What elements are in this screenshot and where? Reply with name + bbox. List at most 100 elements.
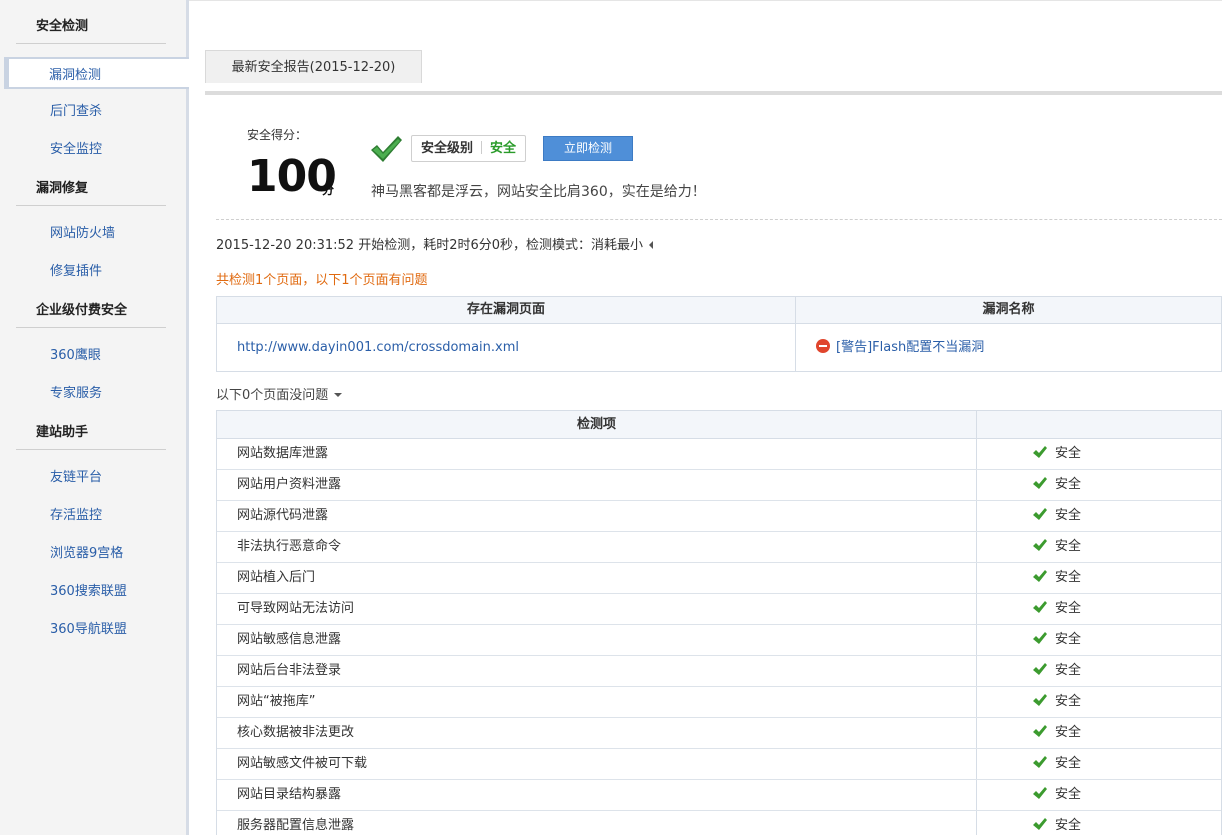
caret-left-icon[interactable] — [649, 241, 654, 249]
main-content: 最新安全报告(2015-12-20) 安全得分： 100 分 安全级别 安全 立即… — [189, 0, 1222, 835]
check-table: 检测项 网站数据库泄露 安全 网站用户资料泄露 安全 网站源代码泄露 安全 非法执行恶意命令… — [216, 410, 1222, 835]
check-header-item: 检测项 — [217, 411, 977, 438]
security-level-label: 安全级别 — [421, 141, 474, 156]
security-level-badge: 安全级别 安全 — [411, 135, 527, 162]
check-icon — [1033, 601, 1047, 613]
check-header-status — [977, 411, 1221, 438]
check-icon — [1033, 632, 1047, 644]
sidebar-item-fix-plugin[interactable]: 修复插件 — [50, 262, 102, 282]
check-item-status: 安全 — [977, 687, 1221, 717]
sidebar-item-360-nav-union[interactable]: 360导航联盟 — [50, 620, 127, 640]
status-text: 安全 — [1055, 508, 1082, 523]
dashed-divider — [216, 219, 1222, 220]
table-row: 网站植入后门 安全 — [217, 563, 1221, 594]
status-text: 安全 — [1055, 446, 1082, 461]
check-item-name: 网站“被拖库” — [217, 687, 977, 717]
check-item-name: 网站植入后门 — [217, 563, 977, 593]
check-item-status: 安全 — [977, 563, 1221, 593]
status-text: 安全 — [1055, 570, 1082, 585]
vuln-name-link[interactable]: [警告]Flash配置不当漏洞 — [836, 340, 984, 355]
table-row: 网站目录结构暴露 安全 — [217, 780, 1221, 811]
check-item-name: 非法执行恶意命令 — [217, 532, 977, 562]
table-row: 网站后台非法登录 安全 — [217, 656, 1221, 687]
sidebar-section-security-check: 安全检测 — [16, 10, 166, 44]
status-text: 安全 — [1055, 818, 1082, 833]
check-item-status: 安全 — [977, 780, 1221, 810]
status-text: 安全 — [1055, 756, 1082, 771]
sidebar-item-browser-grid[interactable]: 浏览器9宫格 — [50, 544, 123, 564]
status-text: 安全 — [1055, 539, 1082, 554]
check-item-status: 安全 — [977, 594, 1221, 624]
check-icon — [1033, 818, 1047, 830]
ok-pages-summary[interactable]: 以下0个页面没问题 — [216, 384, 343, 403]
status-text: 安全 — [1055, 787, 1082, 802]
sidebar-item-uptime-monitor[interactable]: 存活监控 — [50, 506, 102, 526]
vuln-page-link[interactable]: http://www.dayin001.com/crossdomain.xml — [217, 324, 796, 371]
sidebar-item-backdoor-scan[interactable]: 后门查杀 — [50, 102, 102, 122]
sidebar-item-360-search-union[interactable]: 360搜索联盟 — [50, 582, 127, 602]
table-row: 网站源代码泄露 安全 — [217, 501, 1221, 532]
scan-summary: 共检测1个页面，以下1个页面有问题 — [216, 273, 428, 288]
check-icon — [1033, 725, 1047, 737]
check-icon — [1033, 508, 1047, 520]
check-item-status: 安全 — [977, 501, 1221, 531]
check-rows: 网站数据库泄露 安全 网站用户资料泄露 安全 网站源代码泄露 安全 非法执行恶意命令 安全 网站… — [217, 439, 1221, 835]
check-icon — [1033, 477, 1047, 489]
sidebar-item-label: 漏洞检测 — [49, 68, 102, 83]
check-item-name: 网站目录结构暴露 — [217, 780, 977, 810]
scan-info: 2015-12-20 20:31:52 开始检测，耗时2时6分0秒，检测模式：消… — [216, 234, 654, 253]
check-icon — [1033, 446, 1047, 458]
check-icon — [1033, 663, 1047, 675]
status-text: 安全 — [1055, 725, 1082, 740]
check-item-status: 安全 — [977, 439, 1221, 469]
sidebar-item-security-monitor[interactable]: 安全监控 — [50, 140, 102, 160]
table-row: 网站用户资料泄露 安全 — [217, 470, 1221, 501]
check-icon — [1033, 756, 1047, 768]
status-text: 安全 — [1055, 601, 1082, 616]
vuln-name-cell[interactable]: [警告]Flash配置不当漏洞 — [796, 324, 1221, 371]
status-text: 安全 — [1055, 632, 1082, 647]
check-item-name: 网站用户资料泄露 — [217, 470, 977, 500]
check-item-name: 服务器配置信息泄露 — [217, 811, 977, 835]
table-row: 非法执行恶意命令 安全 — [217, 532, 1221, 563]
check-icon — [1033, 787, 1047, 799]
sidebar-item-vuln-check[interactable]: 漏洞检测 — [4, 57, 189, 89]
sidebar-item-friend-links[interactable]: 友链平台 — [50, 468, 102, 488]
check-item-name: 网站后台非法登录 — [217, 656, 977, 686]
sidebar-item-firewall[interactable]: 网站防火墙 — [50, 224, 115, 244]
check-item-name: 网站敏感信息泄露 — [217, 625, 977, 655]
table-row: 网站敏感信息泄露 安全 — [217, 625, 1221, 656]
table-row: 网站“被拖库” 安全 — [217, 687, 1221, 718]
sidebar-section-enterprise: 企业级付费安全 — [16, 294, 166, 328]
warning-icon — [816, 339, 830, 353]
security-level-value: 安全 — [490, 141, 517, 156]
ok-summary-text: 以下0个页面没问题 — [216, 388, 329, 403]
vuln-header-name: 漏洞名称 — [982, 302, 1035, 317]
status-text: 安全 — [1055, 663, 1082, 678]
table-row: 核心数据被非法更改 安全 — [217, 718, 1221, 749]
status-text: 安全 — [1055, 477, 1082, 492]
scan-info-text: 2015-12-20 20:31:52 开始检测，耗时2时6分0秒，检测模式：消… — [216, 238, 644, 253]
sidebar-item-360-eagle-eye[interactable]: 360鹰眼 — [50, 346, 101, 366]
vuln-table: 存在漏洞页面 漏洞名称 http://www.dayin001.com/cros… — [216, 296, 1222, 372]
check-item-name: 网站源代码泄露 — [217, 501, 977, 531]
vuln-table-header: 存在漏洞页面 漏洞名称 — [217, 297, 1221, 324]
check-item-status: 安全 — [977, 811, 1221, 835]
check-item-name: 核心数据被非法更改 — [217, 718, 977, 748]
caret-down-icon[interactable] — [334, 393, 343, 397]
sidebar-section-site-assistant: 建站助手 — [16, 416, 166, 450]
table-row: 网站敏感文件被可下载 安全 — [217, 749, 1221, 780]
scan-now-button[interactable]: 立即检测 — [543, 136, 633, 161]
level-divider — [481, 141, 483, 154]
tab-latest-report[interactable]: 最新安全报告(2015-12-20) — [205, 50, 422, 83]
tab-divider — [205, 91, 1222, 95]
app-root: 安全检测 漏洞检测 后门查杀 安全监控 漏洞修复 网站防火墙 修复插件 企业级付… — [0, 0, 1222, 835]
check-item-name: 网站数据库泄露 — [217, 439, 977, 469]
score-unit: 分 — [322, 183, 335, 197]
table-row: http://www.dayin001.com/crossdomain.xml … — [217, 324, 1221, 371]
check-icon — [1033, 694, 1047, 706]
sidebar-item-expert-service[interactable]: 专家服务 — [50, 384, 102, 404]
check-item-status: 安全 — [977, 749, 1221, 779]
check-item-name: 网站敏感文件被可下载 — [217, 749, 977, 779]
slogan-text: 神马黑客都是浮云，网站安全比肩360，实在是给力！ — [371, 184, 706, 200]
